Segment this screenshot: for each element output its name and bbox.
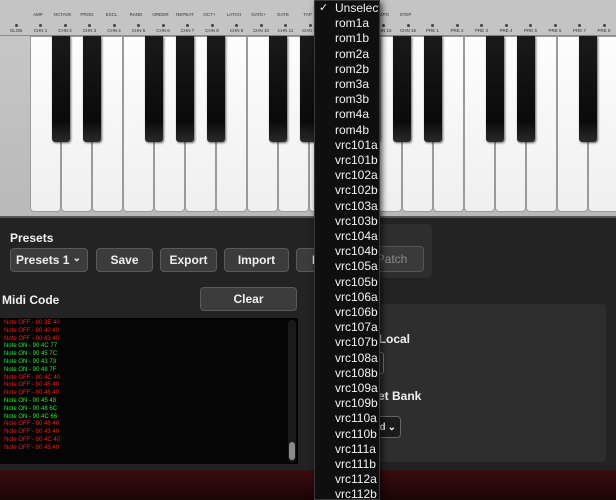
- black-key[interactable]: [83, 36, 101, 142]
- menu-item[interactable]: vrc111b: [315, 457, 379, 472]
- midi-log-line: Note OFF - 80 4C 40: [4, 436, 61, 443]
- menu-item[interactable]: vrc111a: [315, 442, 379, 457]
- menu-item[interactable]: rom2b: [315, 62, 379, 77]
- keyboard-control-labels: AMP OCTAVE PROG EXCL RAND ORDER REPEAT OCT+ LATC…: [0, 0, 616, 36]
- black-key[interactable]: [145, 36, 163, 142]
- midi-log-line: Note OFF - 80 43 40: [4, 335, 60, 342]
- midi-log-line: Note OFF - 80 4C 40: [4, 374, 61, 381]
- black-key[interactable]: [517, 36, 535, 142]
- menu-item[interactable]: vrc102b: [315, 183, 379, 198]
- black-key[interactable]: [579, 36, 597, 142]
- midi-log-line: Note ON - 90 48 6C: [4, 405, 58, 412]
- menu-item[interactable]: rom4a: [315, 107, 379, 122]
- black-key[interactable]: [424, 36, 442, 142]
- menu-item[interactable]: ✓ Unselect: [315, 1, 379, 16]
- keyboard-top-label: STEP: [399, 12, 412, 17]
- menu-item[interactable]: rom2a: [315, 47, 379, 62]
- midi-log-line: Note OFF - 80 3E 40: [4, 320, 60, 326]
- keyboard-frame: AMP OCTAVE PROG EXCL RAND ORDER REPEAT OCT+ LATC…: [0, 0, 616, 218]
- bank-dropdown-menu[interactable]: ✓ Unselect rom1a rom1b rom2a rom2b rom3a rom3b r…: [314, 0, 380, 500]
- midi-log-line: Note ON - 90 45 48: [4, 397, 57, 404]
- menu-item[interactable]: rom4b: [315, 123, 379, 138]
- midi-log-line: Note OFF - 80 45 40: [4, 382, 60, 389]
- black-key[interactable]: [269, 36, 287, 142]
- midi-log-line: Note OFF - 80 40 40: [4, 327, 60, 334]
- menu-item[interactable]: vrc101b: [315, 153, 379, 168]
- export-button[interactable]: Export: [160, 248, 217, 272]
- menu-item[interactable]: vrc112a: [315, 472, 379, 487]
- midi-log-line: Note ON - 90 45 7C: [4, 351, 58, 358]
- menu-item[interactable]: vrc109a: [315, 381, 379, 396]
- midi-log-scroll-thumb[interactable]: [289, 442, 295, 460]
- black-key[interactable]: [207, 36, 225, 142]
- chevron-down-icon: ⌄: [387, 421, 396, 433]
- presets-title: Presets: [10, 231, 54, 245]
- menu-item[interactable]: vrc104a: [315, 229, 379, 244]
- chevron-down-icon: ⌄: [72, 253, 81, 264]
- bank-label: et Bank: [378, 389, 422, 403]
- menu-item[interactable]: vrc110a: [315, 411, 379, 426]
- menu-item[interactable]: rom3b: [315, 92, 379, 107]
- menu-item[interactable]: vrc112b: [315, 487, 379, 499]
- black-key[interactable]: [486, 36, 504, 142]
- menu-item[interactable]: vrc101a: [315, 138, 379, 153]
- keyboard-channel-label: PRE 8: [584, 23, 616, 33]
- clear-button[interactable]: Clear: [200, 287, 297, 311]
- black-key[interactable]: [393, 36, 411, 142]
- midi-code-title: Midi Code: [2, 293, 60, 307]
- menu-item[interactable]: vrc109b: [315, 396, 379, 411]
- midi-log-line: Note OFF - 80 43 40: [4, 429, 60, 436]
- menu-item[interactable]: vrc106a: [315, 290, 379, 305]
- menu-item[interactable]: rom1b: [315, 31, 379, 46]
- midi-log-line: Note ON - 90 43 73: [4, 358, 57, 365]
- preset-select[interactable]: Presets 1 ⌄: [10, 248, 88, 272]
- menu-item[interactable]: vrc103b: [315, 214, 379, 229]
- menu-item[interactable]: vrc107b: [315, 335, 379, 350]
- menu-item[interactable]: rom3a: [315, 77, 379, 92]
- menu-item[interactable]: vrc103a: [315, 199, 379, 214]
- midi-log-line: Note OFF - 80 45 40: [4, 444, 60, 451]
- checkmark-icon: ✓: [319, 2, 329, 14]
- bottom-strip: [0, 470, 616, 500]
- midi-log-line: Note ON - 90 4C 77: [4, 343, 58, 350]
- menu-item[interactable]: vrc108a: [315, 351, 379, 366]
- menu-item[interactable]: vrc105a: [315, 259, 379, 274]
- menu-item[interactable]: vrc106b: [315, 305, 379, 320]
- menu-item[interactable]: vrc107a: [315, 320, 379, 335]
- midi-log-line: Note ON - 90 4C 66: [4, 413, 58, 420]
- menu-item[interactable]: rom1a: [315, 16, 379, 31]
- import-button[interactable]: Import: [224, 248, 289, 272]
- preset-select-value: Presets 1: [16, 253, 70, 267]
- midi-log-line: Note OFF - 80 48 40: [4, 421, 60, 428]
- black-key[interactable]: [52, 36, 70, 142]
- midi-log-line: Note ON - 90 48 7F: [4, 366, 57, 373]
- menu-item[interactable]: vrc108b: [315, 366, 379, 381]
- menu-item[interactable]: vrc104b: [315, 244, 379, 259]
- bank-select-value: d: [379, 421, 386, 433]
- save-button[interactable]: Save: [96, 248, 153, 272]
- menu-item[interactable]: vrc105b: [315, 275, 379, 290]
- midi-log-scrollbar[interactable]: [288, 320, 296, 462]
- menu-item[interactable]: vrc110b: [315, 427, 379, 442]
- midi-log: Note OFF - 80 3E 40 Note OFF - 80 40 40 No…: [0, 318, 298, 464]
- menu-item[interactable]: vrc102a: [315, 168, 379, 183]
- midi-log-line: Note OFF - 80 48 40: [4, 390, 60, 397]
- black-key[interactable]: [176, 36, 194, 142]
